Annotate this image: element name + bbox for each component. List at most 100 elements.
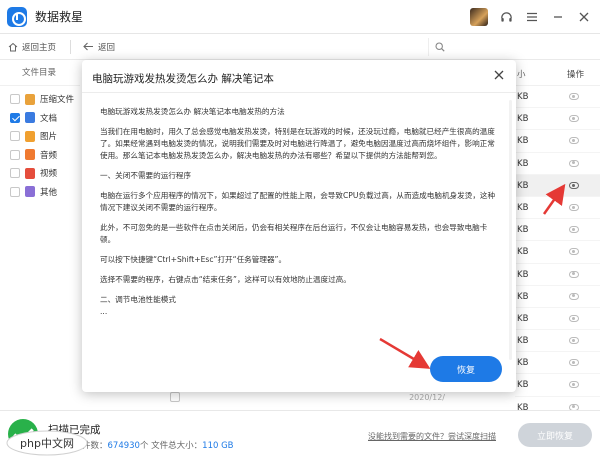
arrow-left-icon xyxy=(83,42,94,51)
table-row[interactable]: KB xyxy=(515,108,600,131)
sidebar-item-label: 文档 xyxy=(40,113,58,124)
table-row[interactable]: KB xyxy=(515,241,600,264)
preview-eye-icon[interactable] xyxy=(569,381,579,389)
headset-icon[interactable] xyxy=(498,9,514,25)
sidebar-item-audio[interactable]: 音频 xyxy=(0,146,80,165)
file-table-right: 小 操作 KB KB KB KB KB KB KB KB KB KB KB KB KB KB KB xyxy=(515,60,600,419)
file-tree-sidebar: 文件目录 压缩文件 文档 图片 音频 视频 其他 xyxy=(0,60,80,410)
file-size: KB xyxy=(517,247,529,258)
preview-eye-icon[interactable] xyxy=(569,226,579,234)
checkbox[interactable] xyxy=(10,94,20,105)
paragraph: 可以按下快捷键“Ctrl+Shift+Esc”打开“任务管理器”。 xyxy=(100,255,287,264)
archive-icon xyxy=(25,93,35,105)
restore-button[interactable]: 恢复 xyxy=(430,356,502,382)
preview-eye-icon[interactable] xyxy=(569,93,579,100)
deep-scan-link[interactable]: 没能找到需要的文件？尝试深度扫描 xyxy=(368,431,496,442)
dialog-scrollbar[interactable] xyxy=(509,100,512,360)
table-row[interactable]: KB xyxy=(515,130,600,153)
preview-eye-icon[interactable] xyxy=(569,248,579,256)
sidebar-header: 文件目录 xyxy=(0,60,80,86)
sidebar-item-other[interactable]: 其他 xyxy=(0,183,80,202)
table-header: 小 操作 xyxy=(515,60,600,86)
file-size: KB xyxy=(517,358,529,369)
article-preview-dialog: 电脑玩游戏发热发烫怎么办 解决笔记本 电脑玩游戏发热发烫怎么办 解决笔记本电脑发… xyxy=(82,60,516,392)
table-row[interactable]: KB xyxy=(515,374,600,397)
table-row[interactable]: KB xyxy=(515,352,600,375)
document-icon xyxy=(25,112,35,124)
file-size: KB xyxy=(517,380,529,391)
found-count: 674930 xyxy=(107,441,140,451)
file-size: KB xyxy=(517,92,529,102)
table-row[interactable]: KB xyxy=(515,153,600,175)
file-size: KB xyxy=(517,336,529,347)
section-heading: 一、关闭不需要的运行程序 xyxy=(100,171,192,180)
checkbox[interactable] xyxy=(10,186,20,197)
table-row[interactable]: KB xyxy=(515,286,600,308)
back-button-label: 返回 xyxy=(98,42,116,53)
preview-eye-icon[interactable] xyxy=(569,337,579,345)
table-row[interactable]: KB xyxy=(515,197,600,220)
checkbox[interactable] xyxy=(10,149,20,160)
table-row[interactable]: KB xyxy=(515,219,600,242)
sidebar-item-video[interactable]: 视频 xyxy=(0,164,80,183)
dialog-close-icon[interactable] xyxy=(494,69,504,84)
preview-eye-icon[interactable] xyxy=(569,314,579,322)
close-icon[interactable] xyxy=(576,9,592,25)
toolbar: 返回主页 返回 xyxy=(0,34,600,60)
toolbar-divider xyxy=(70,39,72,54)
file-size: KB xyxy=(517,158,529,169)
preview-eye-icon[interactable] xyxy=(569,137,579,145)
avatar[interactable] xyxy=(470,8,488,26)
video-icon xyxy=(25,167,35,179)
search-icon xyxy=(435,42,445,52)
file-size: KB xyxy=(517,225,529,236)
preview-eye-icon[interactable] xyxy=(569,270,579,278)
status-footer: 扫描已完成 已找到文件数：674930个 文件总大小：110 GB 没能找到需要… xyxy=(0,410,600,458)
other-file-icon xyxy=(25,186,35,198)
menu-icon[interactable] xyxy=(524,9,540,25)
checkbox[interactable] xyxy=(170,392,180,402)
sidebar-item-label: 视频 xyxy=(40,169,58,180)
back-button[interactable]: 返回 xyxy=(83,41,115,53)
size-label: 个 文件总大小： xyxy=(139,441,203,451)
file-size: KB xyxy=(517,291,529,302)
file-size: KB xyxy=(517,269,529,280)
title-bar: 数据救星 xyxy=(0,0,600,34)
sidebar-item-images[interactable]: 图片 xyxy=(0,127,80,146)
table-row[interactable]: KB xyxy=(515,86,600,109)
sidebar-item-archives[interactable]: 压缩文件 xyxy=(0,90,80,109)
table-row[interactable]: KB xyxy=(515,174,600,197)
size-column-header: 小 xyxy=(517,70,526,80)
image-icon xyxy=(25,130,35,142)
search-input[interactable] xyxy=(428,38,596,56)
table-row[interactable]: KB xyxy=(515,308,600,331)
action-column-header: 操作 xyxy=(567,70,585,80)
file-size: KB xyxy=(517,313,529,324)
preview-eye-icon[interactable] xyxy=(569,292,579,300)
section-heading: 二、调节电池性能模式 xyxy=(100,295,176,304)
checkbox[interactable] xyxy=(10,168,20,179)
ellipsis: ... xyxy=(100,307,108,316)
preview-eye-icon[interactable] xyxy=(569,159,579,167)
checkbox[interactable] xyxy=(10,112,20,123)
paragraph: 选择不需要的程序，右键点击“结束任务”，这样可以有效地防止温度过高。 xyxy=(100,275,351,284)
recover-now-button[interactable]: 立即恢复 xyxy=(518,423,592,447)
sidebar-item-documents[interactable]: 文档 xyxy=(0,109,80,128)
preview-eye-icon[interactable] xyxy=(569,181,579,189)
file-size: KB xyxy=(517,202,529,213)
preview-eye-icon[interactable] xyxy=(569,115,579,123)
dialog-content: 电脑玩游戏发热发烫怎么办 解决笔记本电脑发热的方法 当我们在用电脑时，用久了总会… xyxy=(100,106,496,346)
sidebar-item-label: 其他 xyxy=(40,187,58,198)
row-date: 2020/12/ xyxy=(409,392,445,402)
checkbox[interactable] xyxy=(10,131,20,142)
table-row[interactable]: KB xyxy=(515,330,600,353)
minimize-icon[interactable] xyxy=(550,9,566,25)
dialog-title: 电脑玩游戏发热发烫怎么办 解决笔记本 xyxy=(92,73,274,85)
table-row[interactable]: KB xyxy=(515,264,600,286)
paragraph: 此外，不可忽免的是一些软件在点击关闭后，仍会有相关程序在后台运行，不仅会让电脑容… xyxy=(100,223,488,244)
sidebar-item-label: 图片 xyxy=(40,132,58,143)
preview-eye-icon[interactable] xyxy=(569,203,579,211)
paragraph: 当我们在用电脑时，用久了总会感觉电脑发热发烫，特别是在玩游戏的时候，还没玩过瘾，… xyxy=(100,127,495,160)
home-button[interactable]: 返回主页 xyxy=(8,41,56,53)
preview-eye-icon[interactable] xyxy=(569,359,579,367)
